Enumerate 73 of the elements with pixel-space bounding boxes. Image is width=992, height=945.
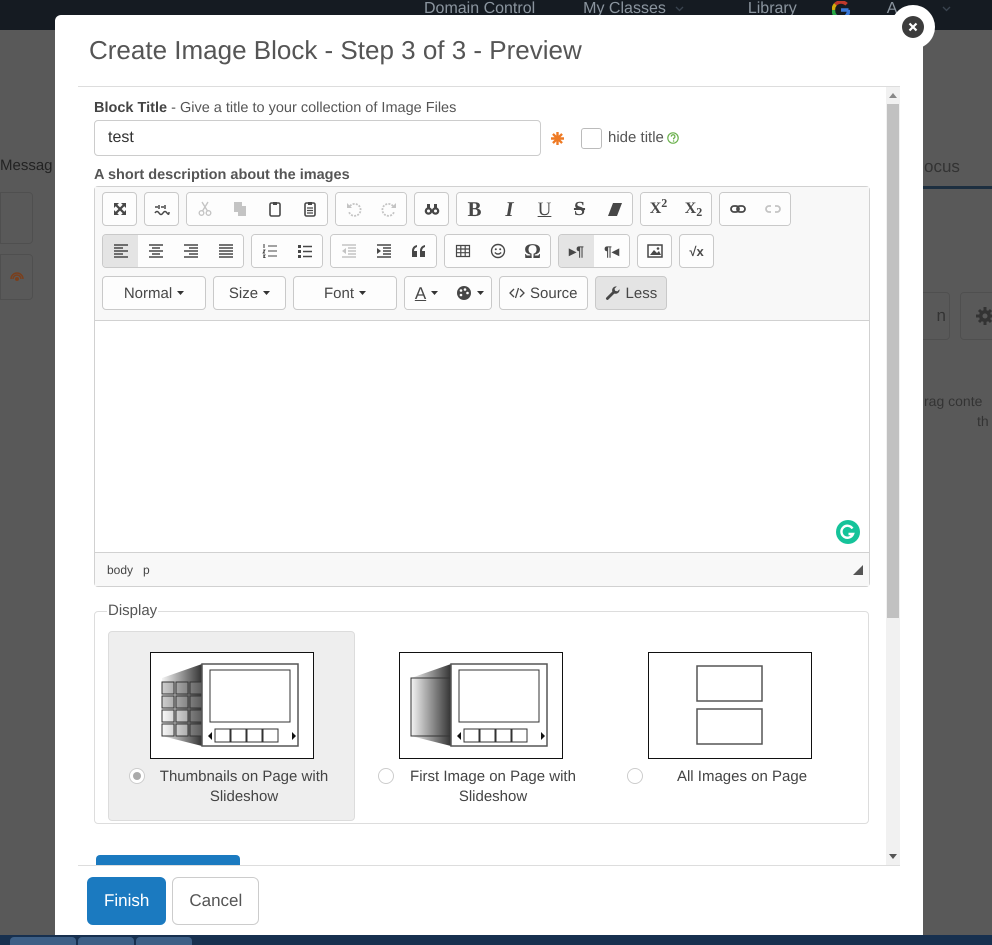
maximize-icon [112,201,128,217]
dropdown[interactable]: Size [213,276,286,310]
eraser-icon [606,201,622,217]
palette-icon [456,285,472,301]
left-to-right-button[interactable]: ▸¶ [559,235,594,267]
redo-icon [380,201,396,217]
field-label: A short description about the images [94,166,351,184]
scrollbar-thumb[interactable] [887,104,899,618]
option-label: First Image on Page with Slideshow [409,766,577,806]
caret-icon [177,291,184,295]
outdent-icon [340,243,356,259]
field-label: Block Title - Give a title to your collection of Image Files [94,99,458,117]
element-path-item[interactable]: p [143,560,150,578]
wrench-icon [604,285,621,301]
code-icon [509,285,525,301]
close-icon [902,16,924,38]
option-label: All Images on Page [676,766,808,786]
caret-icon [263,291,270,295]
fieldset-legend: Display [107,600,158,622]
layout-option[interactable]: All Images on Page [606,630,853,820]
source-button[interactable]: Source [499,276,588,310]
cancel-button[interactable]: Cancel [172,877,260,925]
nav-link[interactable]: Domain Control [424,0,536,19]
smiley-icon [490,243,506,259]
find-button[interactable] [414,192,449,226]
align-left-button[interactable] [103,235,138,267]
signal-icon [10,270,24,284]
maximize-button[interactable] [102,192,137,226]
caret-icon [476,291,484,295]
clipboard-icon [266,201,282,217]
dropdown[interactable]: Font [293,276,397,310]
layout-option[interactable]: First Image on Page with Slideshow [357,630,604,820]
binoculars-icon [424,201,440,217]
scissors-icon [196,201,212,217]
align-left-icon [112,243,128,259]
nav-link[interactable]: My Classes [583,0,666,19]
grammar-check-icon [836,520,860,544]
radio-button[interactable] [627,768,643,784]
undo-icon [346,201,362,217]
hide-title-checkbox[interactable] [581,128,602,148]
scrollbar[interactable] [886,87,900,865]
radio-button[interactable] [378,768,394,784]
radio-button[interactable] [129,768,145,784]
image-icon [646,243,662,259]
option-label: Thumbnails on Page with Slideshow [158,766,330,806]
table-icon [454,243,470,259]
dropdown[interactable]: Normal [102,276,206,310]
dialog-title: Create Image Block - Step 3 of 3 - Preview [89,34,582,67]
nav-link[interactable]: Library [748,0,797,19]
clipboard-icon [302,201,318,217]
spellcheck-button[interactable] [144,192,179,226]
layout-option[interactable]: Thumbnails on Page with Slideshow [108,630,355,820]
toolbar-toggle-button[interactable]: Less [594,276,668,310]
justify-icon [218,243,234,259]
resize-handle-icon[interactable] [853,564,863,574]
caret-icon [359,291,366,295]
checkbox-label: hide title [608,128,664,148]
image-button[interactable] [637,234,672,268]
quote-icon [410,243,426,259]
finish-button[interactable]: Finish [87,877,166,925]
align-right-icon [182,243,198,259]
caret-icon [431,291,438,295]
element-path-item[interactable]: body [107,560,134,578]
help-icon[interactable] [666,132,679,144]
copy-icon [232,201,248,217]
align-center-icon [148,243,164,259]
indent-icon [376,243,392,259]
scroll-up-icon[interactable] [889,93,897,98]
bullet-list-icon [296,243,312,259]
math-button[interactable]: √x [679,234,714,268]
scroll-down-icon[interactable] [889,854,897,859]
numbered-list-icon [262,243,278,259]
block-title-field[interactable]: test [94,120,541,156]
